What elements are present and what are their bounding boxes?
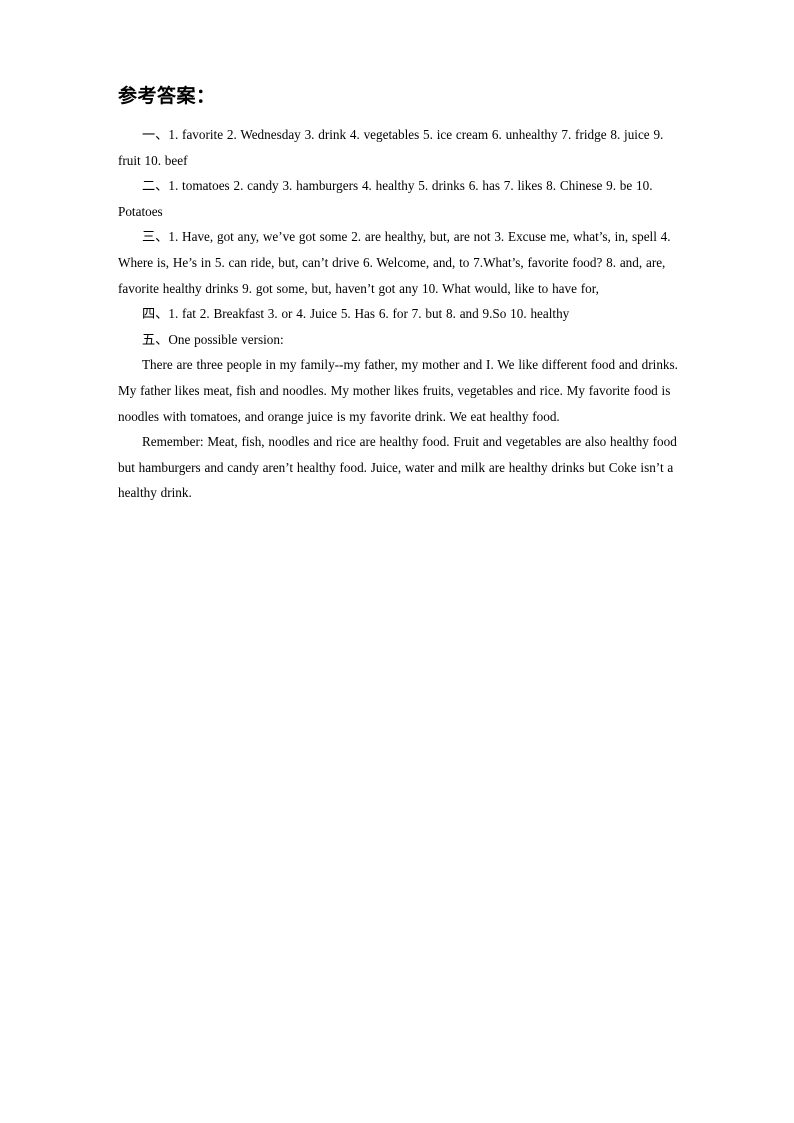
answer-section-3: 三、1. Have, got any, we’ve got some 2. ar… [118,229,671,296]
answer-section-5: 五、One possible version: [142,331,284,347]
composition-paragraph-1: There are three people in my family--my … [118,357,678,424]
document-page: 参考答案： 一、1. favorite 2. Wednesday 3. drin… [0,0,794,1123]
answer-section-2: 二、1. tomatoes 2. candy 3. hamburgers 4. … [118,178,653,219]
composition-paragraph-2: Remember: Meat, fish, noodles and rice a… [118,434,677,501]
page-title: 参考答案： [118,86,216,107]
document-body: 参考答案： 一、1. favorite 2. Wednesday 3. drin… [118,84,678,506]
answer-section-4: 四、1. fat 2. Breakfast 3. or 4. Juice 5. … [142,306,570,322]
answer-section-1: 一、1. favorite 2. Wednesday 3. drink 4. v… [118,127,664,168]
